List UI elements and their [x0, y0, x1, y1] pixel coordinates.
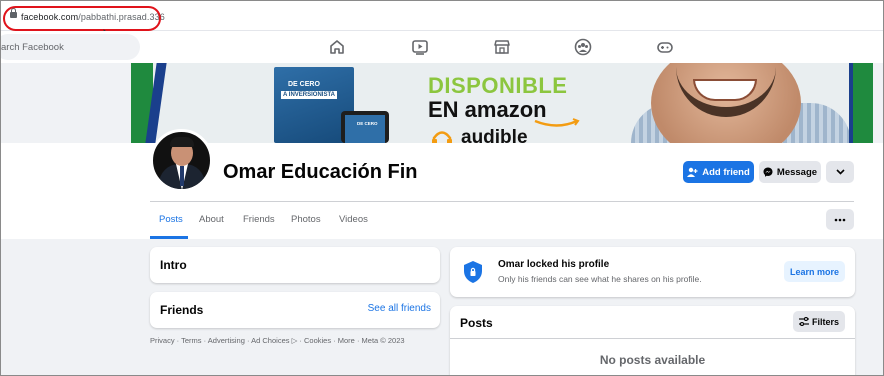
posts-title: Posts	[460, 316, 493, 330]
friends-card: Friends See all friends	[150, 292, 440, 328]
home-icon[interactable]	[328, 38, 346, 56]
locked-subtitle: Only his friends can see what he shares …	[498, 274, 702, 284]
locked-profile-card: Omar locked his profile Only his friends…	[450, 247, 855, 297]
message-label: Message	[776, 166, 818, 178]
filters-label: Filters	[811, 316, 839, 327]
search-input[interactable]: arch Facebook	[1, 34, 140, 60]
tab-photos[interactable]: Photos	[291, 214, 321, 225]
profile-header	[1, 143, 883, 239]
cover-stripe	[853, 63, 873, 143]
active-tab-indicator	[150, 236, 188, 239]
cover-audible-text: audible	[461, 127, 528, 143]
see-all-friends-link[interactable]: See all friends	[368, 303, 431, 314]
no-posts-text: No posts available	[599, 353, 706, 367]
footer-links[interactable]: Privacy · Terms · Advertising · Ad Choic…	[150, 336, 405, 345]
phone-text: DE CERO	[357, 121, 378, 126]
headphones-icon	[432, 131, 452, 143]
more-dots-icon	[834, 218, 846, 221]
video-icon[interactable]	[411, 38, 429, 56]
learn-more-button[interactable]: Learn more	[784, 261, 845, 282]
messenger-icon	[763, 167, 773, 177]
facebook-top-nav: arch Facebook	[1, 31, 883, 63]
filters-button[interactable]: Filters	[793, 311, 845, 332]
gaming-icon[interactable]	[656, 38, 674, 56]
intro-title: Intro	[160, 258, 187, 272]
locked-title: Omar locked his profile	[498, 259, 610, 270]
more-options-button[interactable]	[826, 209, 854, 230]
tab-posts[interactable]: Posts	[159, 214, 183, 225]
profile-name: Omar Educación Fin	[223, 161, 418, 183]
profile-more-button[interactable]	[826, 161, 854, 183]
url-highlight-annotation	[3, 6, 161, 31]
posts-card: Posts Filters No posts available	[450, 306, 855, 375]
groups-icon[interactable]	[574, 38, 592, 56]
posts-divider	[450, 338, 855, 339]
tab-friends[interactable]: Friends	[243, 214, 275, 225]
book-title: DE CERO	[288, 81, 320, 88]
chevron-down-icon	[835, 169, 845, 175]
message-button[interactable]: Message	[759, 161, 821, 183]
browser-window: facebook.com/pabbathi.prasad.336 arch Fa…	[0, 0, 884, 376]
add-person-icon	[687, 167, 698, 177]
cover-photo[interactable]: DE CERO A INVERSIONISTA DE CERO DISPONIB…	[131, 63, 873, 143]
add-friend-label: Add friend	[702, 166, 750, 178]
filter-sliders-icon	[798, 317, 809, 326]
header-divider	[150, 201, 854, 202]
cover-amazon-text: EN amazon	[428, 97, 547, 122]
cover-headline: DISPONIBLE	[428, 73, 568, 98]
tab-videos[interactable]: Videos	[339, 214, 368, 225]
add-friend-button[interactable]: Add friend	[683, 161, 754, 183]
avatar[interactable]	[150, 129, 213, 192]
intro-card: Intro	[150, 247, 440, 283]
friends-title: Friends	[160, 303, 204, 317]
phone-screen	[345, 115, 385, 143]
book-subtitle: A INVERSIONISTA	[281, 91, 338, 99]
shield-lock-icon	[464, 261, 482, 283]
tab-about[interactable]: About	[199, 214, 224, 225]
amazon-smile-icon	[534, 118, 580, 127]
marketplace-icon[interactable]	[493, 38, 511, 56]
